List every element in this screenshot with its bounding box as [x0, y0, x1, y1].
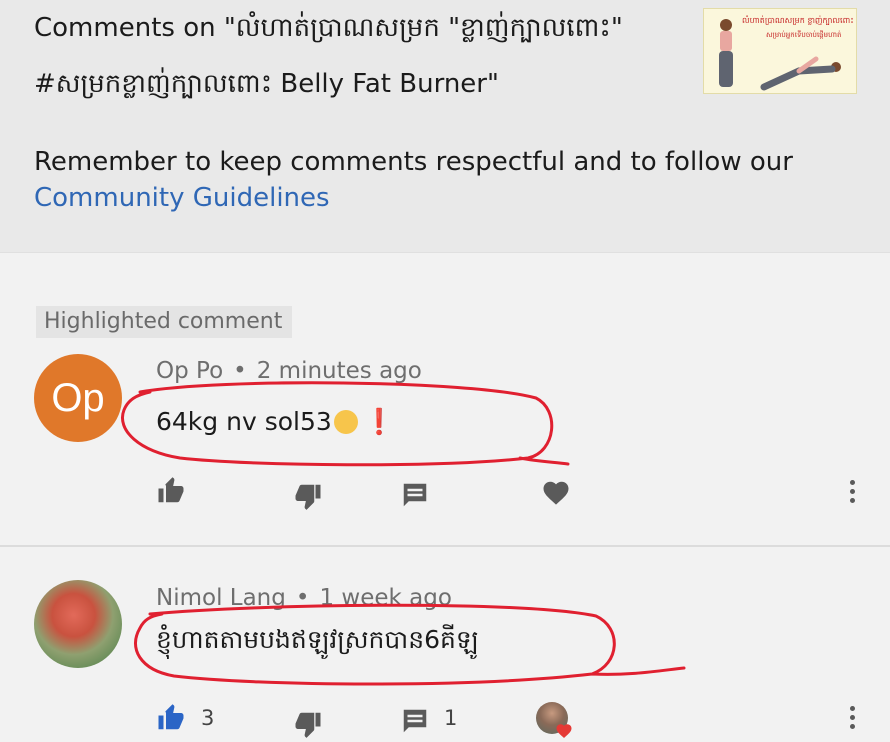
avatar-op-po[interactable]: Op: [34, 354, 122, 442]
thumb-up-icon[interactable]: [156, 703, 186, 733]
comment-author[interactable]: Op Po: [156, 358, 223, 384]
comment-meta: Op Po • 2 minutes ago: [156, 358, 422, 384]
red-exclamation-icon: ❗: [363, 407, 395, 436]
header-divider: [0, 252, 890, 253]
kissing-face-icon: [333, 410, 358, 434]
more-vert-icon[interactable]: [848, 480, 856, 508]
comment-body: ខ្ញុំហាតតាមបងឥឡូវស្រកបាន6គីឡូ: [156, 625, 479, 654]
comment-time: 1 week ago: [319, 585, 452, 611]
creator-heart-badge: [536, 702, 576, 742]
avatar-nimol-lang[interactable]: [34, 580, 122, 668]
community-guidelines-link[interactable]: Community Guidelines: [34, 183, 330, 213]
notice-text: Remember to keep comments respectful and…: [34, 147, 793, 177]
community-notice: Remember to keep comments respectful and…: [34, 144, 834, 216]
comments-header: Comments on "លំហាត់ប្រាណសម្រក "ខ្លាញ់ក្ប…: [0, 0, 890, 252]
comment-divider: [0, 545, 890, 547]
reply-count: 1: [444, 706, 458, 730]
comments-title: Comments on "លំហាត់ប្រាណសម្រក "ខ្លាញ់ក្ប…: [34, 13, 623, 99]
comment-text: 64kg nv sol53 ❗: [156, 407, 395, 437]
video-thumbnail[interactable]: លំហាត់ប្រាណសម្រក ខ្លាញ់ក្បាលពោះ សម្រាប់អ…: [703, 8, 857, 94]
comment-icon[interactable]: [400, 706, 430, 736]
thumb-down-icon[interactable]: [293, 709, 323, 739]
highlighted-comment-label: Highlighted comment: [36, 306, 293, 338]
comment-meta: Nimol Lang • 1 week ago: [156, 585, 452, 611]
comment-author[interactable]: Nimol Lang: [156, 585, 286, 611]
thumbnail-figures: [719, 19, 841, 91]
comment-body: 64kg nv sol53: [156, 407, 332, 436]
thumb-down-icon[interactable]: [293, 481, 323, 511]
heart-icon: [556, 724, 572, 738]
more-vert-icon[interactable]: [848, 706, 856, 734]
heart-icon[interactable]: [541, 478, 571, 508]
comment-time: 2 minutes ago: [256, 358, 422, 384]
like-count: 3: [201, 706, 215, 730]
thumb-up-icon[interactable]: [156, 476, 186, 506]
comment-icon[interactable]: [400, 480, 430, 510]
